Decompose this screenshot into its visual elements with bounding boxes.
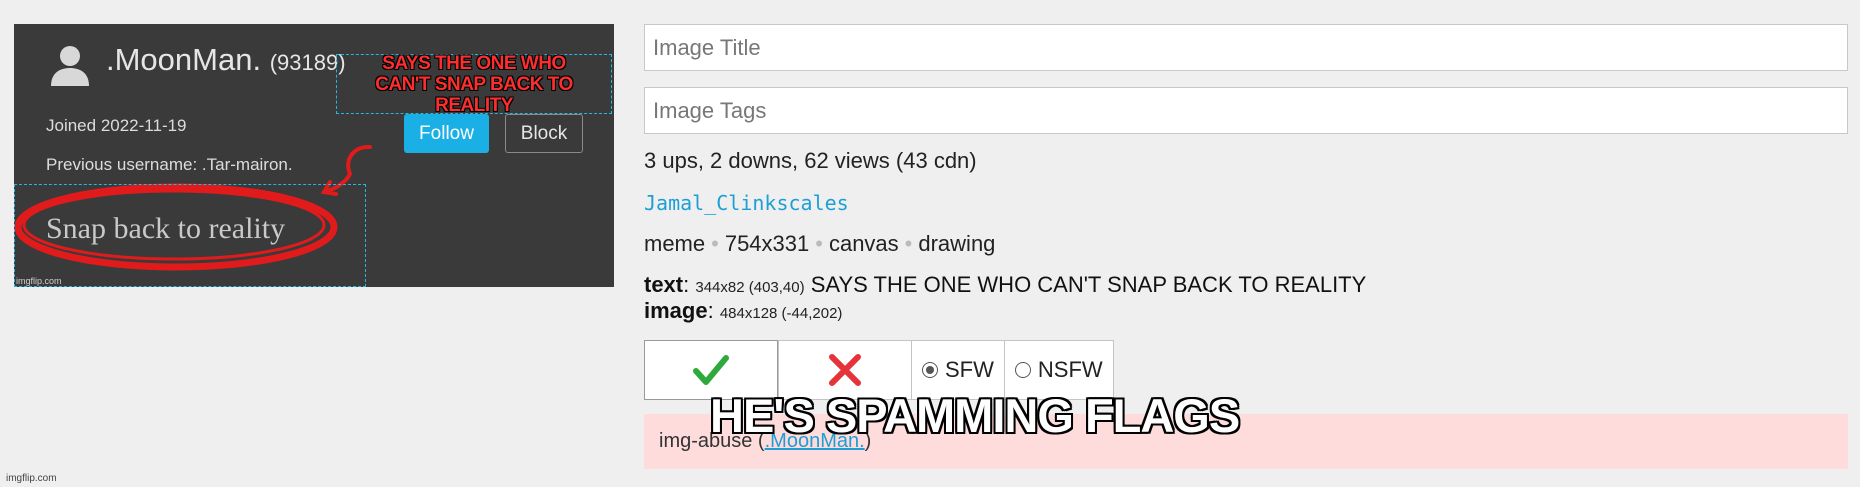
nsfw-label: NSFW — [1037, 357, 1103, 382]
meme-overlay-line1: SAYS THE ONE WHO — [382, 52, 566, 74]
meme-caption: HE'S SPAMMING FLAGS — [710, 389, 1240, 442]
layer-image-info: image: 484x128 (-44,202) — [644, 298, 843, 323]
layer-image-label: image — [644, 298, 708, 323]
meta-size: 754x331 — [724, 231, 810, 256]
sfw-label: SFW — [945, 357, 994, 382]
meta-mode: canvas — [828, 231, 899, 256]
meta-type: meme — [644, 231, 706, 256]
uploader-link[interactable]: Jamal_Clinkscales — [644, 191, 849, 215]
layer-text-label: text — [644, 272, 684, 297]
layer-text-info: text: 344x82 (403,40) SAYS THE ONE WHO C… — [644, 272, 1367, 297]
image-meta: meme • 754x331 • canvas • drawing — [644, 231, 996, 256]
meme-overlay-text-box: SAYS THE ONE WHO CAN'T SNAP BACK TO REAL… — [336, 52, 612, 116]
nsfw-radio-circle-icon[interactable] — [1014, 362, 1031, 378]
sfw-radio-circle-icon[interactable] — [922, 362, 938, 378]
meme-watermark: imgflip.com — [16, 276, 62, 286]
layer-image-dims: 484x128 (-44,202) — [719, 305, 843, 322]
page-watermark: imgflip.com — [6, 473, 57, 484]
meme-overlay-image-box — [14, 184, 366, 287]
image-tags-input[interactable] — [644, 87, 1848, 134]
x-icon — [829, 354, 861, 386]
image-stats: 3 ups, 2 downs, 62 views (43 cdn) — [644, 148, 977, 173]
meta-tool: drawing — [918, 231, 996, 256]
layer-text-dims: 344x82 (403,40) — [695, 279, 805, 296]
meme-overlay-line2: CAN'T SNAP BACK TO REALITY — [375, 73, 573, 116]
meme-image: .MoonMan. (93189) Joined 2022-11-19 Prev… — [14, 24, 614, 287]
checkmark-icon — [693, 355, 729, 385]
layer-text-value: SAYS THE ONE WHO CAN'T SNAP BACK TO REAL… — [810, 272, 1367, 297]
image-title-input[interactable] — [644, 24, 1848, 71]
